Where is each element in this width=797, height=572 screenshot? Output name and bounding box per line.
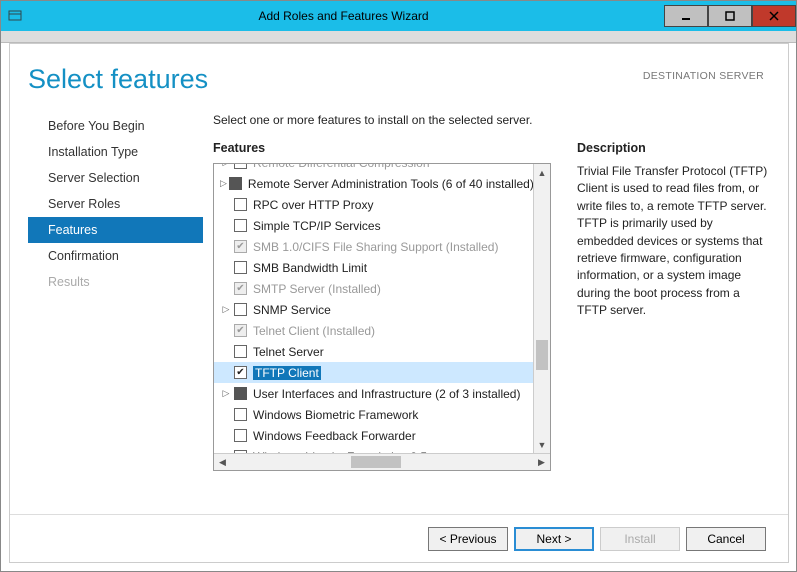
feature-label: Windows Feedback Forwarder — [253, 429, 416, 443]
window-title: Add Roles and Features Wizard — [23, 9, 664, 23]
window-frame: Add Roles and Features Wizard Select fea… — [0, 0, 797, 572]
vertical-scrollbar[interactable]: ▲ ▼ — [533, 164, 550, 453]
tree-expander-icon[interactable]: ▷ — [220, 164, 232, 168]
next-button[interactable]: Next > — [514, 527, 594, 551]
feature-label: RPC over HTTP Proxy — [253, 198, 373, 212]
feature-label: SNMP Service — [253, 303, 331, 317]
nav-item-confirmation[interactable]: Confirmation — [28, 243, 203, 269]
wizard-footer: < Previous Next > Install Cancel — [10, 514, 788, 562]
maximize-button[interactable] — [708, 5, 752, 27]
page-title: Select features — [28, 64, 208, 95]
feature-label: Windows Identity Foundation 3.5 — [253, 450, 427, 454]
scroll-up-icon[interactable]: ▲ — [534, 164, 550, 181]
nav-item-features[interactable]: Features — [28, 217, 203, 243]
feature-checkbox — [234, 282, 247, 295]
description-text: Trivial File Transfer Protocol (TFTP) Cl… — [577, 163, 770, 320]
nav-item-server-roles[interactable]: Server Roles — [28, 191, 203, 217]
feature-label: Windows Biometric Framework — [253, 408, 418, 422]
features-listbox[interactable]: ▷ Remote Differential Compression ▷ Remote … — [213, 163, 551, 471]
feature-checkbox[interactable] — [234, 219, 247, 232]
scroll-left-icon[interactable]: ◀ — [214, 454, 231, 470]
titlebar[interactable]: Add Roles and Features Wizard — [1, 1, 796, 31]
feature-label: SMB Bandwidth Limit — [253, 261, 367, 275]
feature-checkbox[interactable] — [229, 177, 242, 190]
feature-checkbox[interactable] — [234, 450, 247, 453]
feature-label: User Interfaces and Infrastructure (2 of… — [253, 387, 520, 401]
minimize-button[interactable] — [664, 5, 708, 27]
feature-checkbox[interactable] — [234, 261, 247, 274]
client-area: Select features DESTINATION SERVER Befor… — [9, 43, 789, 563]
feature-row[interactable]: ▷ Remote Differential Compression — [214, 164, 533, 173]
hscroll-thumb[interactable] — [351, 456, 401, 468]
feature-label: Telnet Client (Installed) — [253, 324, 375, 338]
tree-expander-icon[interactable]: ▷ — [220, 178, 227, 189]
feature-row[interactable]: Simple TCP/IP Services — [214, 215, 533, 236]
feature-row[interactable]: SMB 1.0/CIFS File Sharing Support (Insta… — [214, 236, 533, 257]
feature-checkbox — [234, 240, 247, 253]
feature-label: Remote Server Administration Tools (6 of… — [248, 177, 533, 191]
feature-label: TFTP Client — [253, 366, 321, 380]
destination-server-label: DESTINATION SERVER — [643, 70, 764, 95]
horizontal-scrollbar[interactable]: ◀ ▶ — [214, 453, 550, 470]
feature-row[interactable]: Windows Biometric Framework — [214, 404, 533, 425]
feature-label: Simple TCP/IP Services — [253, 219, 381, 233]
feature-row[interactable]: ▷ User Interfaces and Infrastructure (2 o… — [214, 383, 533, 404]
feature-checkbox[interactable] — [234, 429, 247, 442]
ribbon-strip — [1, 31, 796, 43]
feature-label: Remote Differential Compression — [253, 164, 430, 170]
feature-checkbox — [234, 324, 247, 337]
feature-checkbox[interactable] — [234, 366, 247, 379]
tree-expander-icon[interactable]: ▷ — [220, 388, 232, 399]
feature-label: SMTP Server (Installed) — [253, 282, 381, 296]
feature-row[interactable]: ▷ SNMP Service — [214, 299, 533, 320]
feature-row[interactable]: ▷ Remote Server Administration Tools (6 o… — [214, 173, 533, 194]
scroll-down-icon[interactable]: ▼ — [534, 436, 550, 453]
feature-row[interactable]: Telnet Server — [214, 341, 533, 362]
wizard-nav: Before You BeginInstallation TypeServer … — [28, 105, 203, 493]
close-button[interactable] — [752, 5, 796, 27]
feature-row[interactable]: SMB Bandwidth Limit — [214, 257, 533, 278]
description-header: Description — [577, 141, 770, 155]
feature-label: SMB 1.0/CIFS File Sharing Support (Insta… — [253, 240, 498, 254]
prompt-text: Select one or more features to install o… — [213, 113, 770, 127]
cancel-button[interactable]: Cancel — [686, 527, 766, 551]
feature-label: Telnet Server — [253, 345, 324, 359]
previous-button[interactable]: < Previous — [428, 527, 508, 551]
feature-checkbox[interactable] — [234, 198, 247, 211]
feature-row[interactable]: Windows Identity Foundation 3.5 — [214, 446, 533, 453]
tree-expander-icon[interactable]: ▷ — [220, 304, 232, 315]
app-icon — [7, 8, 23, 24]
feature-checkbox[interactable] — [234, 408, 247, 421]
install-button[interactable]: Install — [600, 527, 680, 551]
feature-row[interactable]: Telnet Client (Installed) — [214, 320, 533, 341]
nav-item-installation-type[interactable]: Installation Type — [28, 139, 203, 165]
nav-item-server-selection[interactable]: Server Selection — [28, 165, 203, 191]
feature-checkbox[interactable] — [234, 303, 247, 316]
feature-row[interactable]: RPC over HTTP Proxy — [214, 194, 533, 215]
feature-row[interactable]: TFTP Client — [214, 362, 533, 383]
feature-checkbox[interactable] — [234, 345, 247, 358]
nav-item-before-you-begin[interactable]: Before You Begin — [28, 113, 203, 139]
scroll-right-icon[interactable]: ▶ — [533, 454, 550, 470]
features-header: Features — [213, 141, 551, 155]
vscroll-thumb[interactable] — [536, 340, 548, 370]
feature-checkbox[interactable] — [234, 387, 247, 400]
feature-row[interactable]: Windows Feedback Forwarder — [214, 425, 533, 446]
feature-row[interactable]: SMTP Server (Installed) — [214, 278, 533, 299]
feature-checkbox[interactable] — [234, 164, 247, 169]
nav-item-results: Results — [28, 269, 203, 295]
